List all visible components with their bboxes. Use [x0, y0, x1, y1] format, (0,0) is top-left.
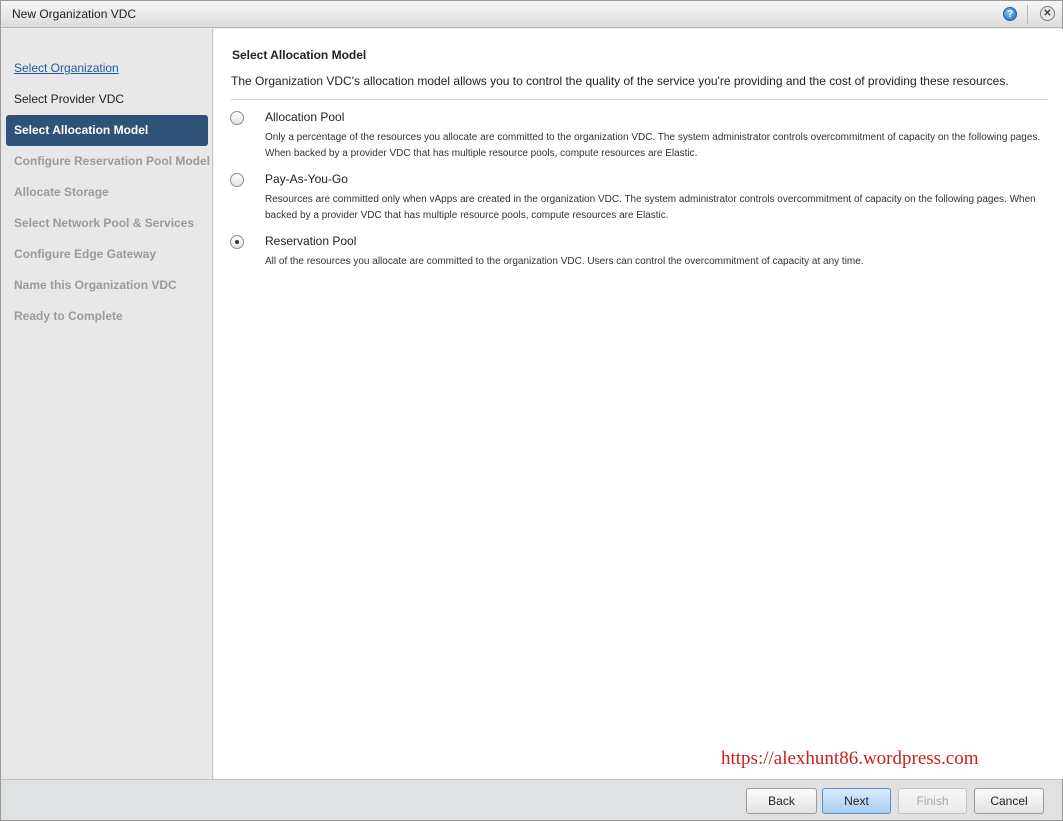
allocation-pool-description: Only a percentage of the resources you a… — [265, 132, 1041, 159]
step-configure-edge-gateway: Configure Edge Gateway — [14, 247, 157, 261]
step-select-allocation-model: Select Allocation Model — [6, 115, 208, 146]
allocation-pool-label[interactable]: Allocation Pool — [265, 110, 344, 124]
watermark-url: https://alexhunt86.wordpress.com — [721, 748, 979, 769]
reservation-pool-radio[interactable] — [230, 235, 244, 249]
step-allocate-storage: Allocate Storage — [14, 185, 109, 199]
header-divider — [231, 99, 1048, 100]
next-button[interactable]: Next — [822, 788, 891, 814]
pay-as-you-go-radio[interactable] — [230, 173, 244, 187]
reservation-pool-description: All of the resources you allocate are co… — [265, 256, 864, 267]
finish-button: Finish — [898, 788, 967, 814]
step-ready-to-complete: Ready to Complete — [14, 309, 123, 323]
reservation-pool-label[interactable]: Reservation Pool — [265, 234, 356, 248]
page-title: Select Allocation Model — [232, 48, 367, 62]
wizard-content-panel: Select Allocation Model The Organization… — [214, 29, 1063, 779]
title-bar[interactable]: New Organization VDC ? ✕ — [1, 1, 1062, 28]
step-select-organization[interactable]: Select Organization — [6, 53, 208, 84]
close-icon[interactable]: ✕ — [1040, 6, 1055, 21]
wizard-steps-sidebar: Select Organization Select Provider VDC … — [1, 29, 213, 779]
new-organization-vdc-dialog: New Organization VDC ? ✕ Select Organiza… — [0, 0, 1063, 821]
help-icon[interactable]: ? — [1003, 7, 1017, 21]
cancel-button[interactable]: Cancel — [974, 788, 1044, 814]
wizard-footer: Back Next Finish Cancel — [1, 779, 1062, 820]
step-select-provider-vdc: Select Provider VDC — [14, 92, 125, 106]
dialog-title: New Organization VDC — [12, 7, 137, 21]
allocation-pool-radio[interactable] — [230, 111, 244, 125]
step-configure-reservation-pool-model: Configure Reservation Pool Model — [14, 154, 211, 168]
step-select-network-pool-services: Select Network Pool & Services — [14, 216, 195, 230]
title-separator — [1027, 5, 1028, 24]
step-name-organization-vdc: Name this Organization VDC — [14, 278, 177, 292]
pay-as-you-go-description: Resources are committed only when vApps … — [265, 194, 1036, 221]
page-description: The Organization VDC's allocation model … — [231, 74, 1009, 88]
pay-as-you-go-label[interactable]: Pay-As-You-Go — [265, 172, 348, 186]
back-button[interactable]: Back — [746, 788, 817, 814]
